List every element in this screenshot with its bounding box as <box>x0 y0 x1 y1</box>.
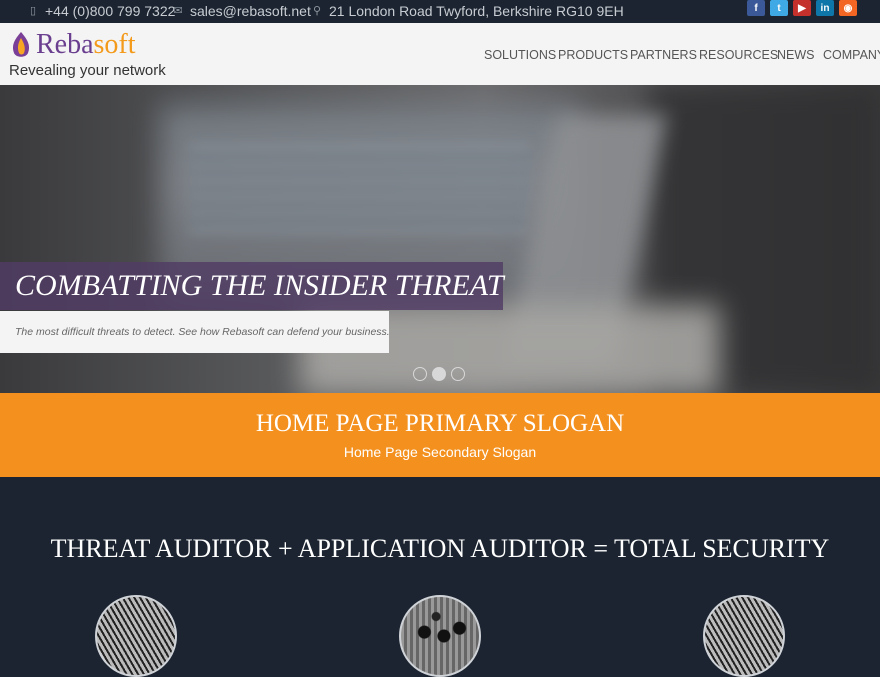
primary-slogan: HOME PAGE PRIMARY SLOGAN <box>255 410 625 437</box>
nav-company[interactable]: COMPANY <box>823 48 880 62</box>
street-address: 21 London Road Twyford, Berkshire RG10 9… <box>329 3 624 19</box>
envelope-icon: ✉ <box>173 5 183 17</box>
map-pin-icon: ⚲ <box>312 5 322 17</box>
hero-background-screen <box>190 145 530 235</box>
email-address[interactable]: sales@rebasoft.net <box>190 4 311 19</box>
slider-dot-1[interactable] <box>413 367 427 381</box>
logo-wordmark: Rebasoft <box>36 29 136 60</box>
twitter-icon[interactable]: t <box>770 0 788 16</box>
nav-partners[interactable]: PARTNERS <box>630 48 697 62</box>
slider-dot-2[interactable] <box>432 367 446 381</box>
phone-number[interactable]: +44 (0)800 799 7322 <box>45 4 175 19</box>
slider-dots <box>413 367 465 381</box>
email-contact[interactable]: ✉ sales@rebasoft.net <box>172 0 311 23</box>
slogan-band: HOME PAGE PRIMARY SLOGAN Home Page Secon… <box>0 393 880 477</box>
product-image-3[interactable] <box>703 595 785 677</box>
mobile-phone-icon: ▯ <box>29 5 37 17</box>
flame-logo-icon <box>12 32 30 57</box>
secondary-slogan: Home Page Secondary Slogan <box>343 444 537 460</box>
nav-news[interactable]: NEWS <box>777 48 815 62</box>
rss-icon[interactable]: ◉ <box>839 0 857 16</box>
nav-resources[interactable]: RESOURCES <box>699 48 778 62</box>
section-heading: THREAT AUDITOR + APPLICATION AUDITOR = T… <box>50 534 830 563</box>
address-contact: ⚲ 21 London Road Twyford, Berkshire RG10… <box>311 0 624 23</box>
site-header: Rebasoft Revealing your network SOLUTION… <box>0 23 880 85</box>
facebook-icon[interactable]: f <box>747 0 765 16</box>
logo-tagline: Revealing your network <box>9 62 166 79</box>
slider-dot-3[interactable] <box>451 367 465 381</box>
youtube-icon[interactable]: ▶ <box>793 0 811 16</box>
linkedin-icon[interactable]: in <box>816 0 834 16</box>
nav-products[interactable]: PRODUCTS <box>558 48 628 62</box>
product-image-1[interactable] <box>95 595 177 677</box>
nav-solutions[interactable]: SOLUTIONS <box>484 48 556 62</box>
top-contact-bar: ▯ +44 (0)800 799 7322 ✉ sales@rebasoft.n… <box>0 0 880 23</box>
product-image-2[interactable] <box>399 595 481 677</box>
phone-contact[interactable]: ▯ +44 (0)800 799 7322 <box>27 0 175 23</box>
products-section: THREAT AUDITOR + APPLICATION AUDITOR = T… <box>0 477 880 677</box>
rebasoft-logo[interactable]: Rebasoft Revealing your network <box>9 29 169 81</box>
social-links: f t ▶ in ◉ <box>747 0 857 16</box>
hero-title: COMBATTING THE INSIDER THREAT <box>0 262 504 310</box>
hero-subtitle: The most difficult threats to detect. Se… <box>0 311 390 353</box>
